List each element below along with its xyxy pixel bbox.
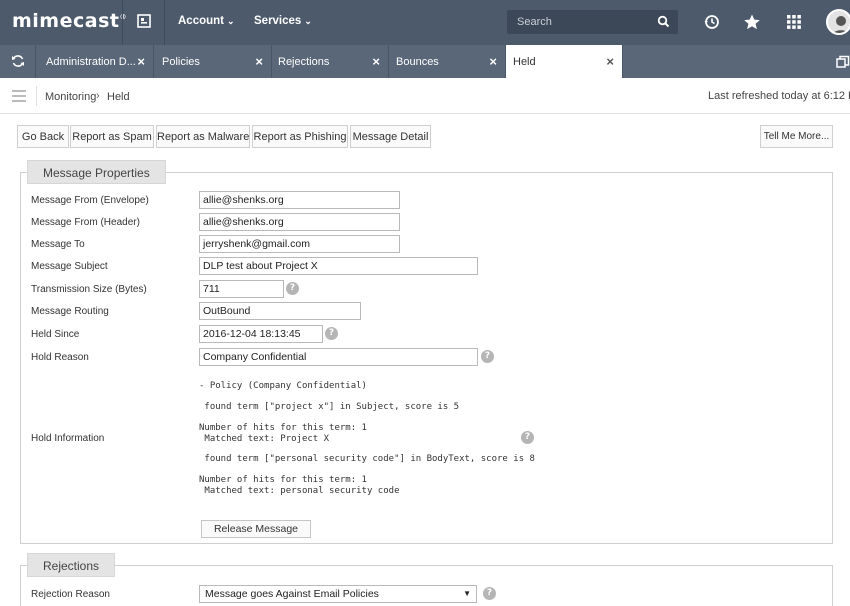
transmission-size-field[interactable]: 711 bbox=[199, 280, 284, 298]
message-detail-button[interactable]: Message Detail bbox=[350, 125, 431, 148]
message-subject-field[interactable]: DLP test about Project X bbox=[199, 257, 478, 275]
report-malware-button[interactable]: Report as Malware bbox=[156, 125, 250, 148]
nav-divider bbox=[122, 0, 123, 45]
message-from-envelope-field[interactable]: allie@shenks.org bbox=[199, 191, 400, 209]
field-label: Transmission Size (Bytes) bbox=[31, 284, 147, 295]
hold-reason-field[interactable]: Company Confidential bbox=[199, 348, 478, 366]
field-label: Message From (Envelope) bbox=[31, 195, 149, 206]
rejections-header: Rejections bbox=[27, 553, 116, 577]
tab-policies[interactable]: Policies × bbox=[154, 45, 272, 78]
close-icon[interactable]: × bbox=[137, 54, 145, 69]
refresh-icon bbox=[12, 55, 24, 67]
refresh-tabs-button[interactable] bbox=[0, 45, 36, 78]
hold-info-hits: Number of hits for this term: 1 Matched … bbox=[199, 423, 367, 444]
tab-label: Bounces bbox=[396, 56, 439, 68]
field-label: Message Subject bbox=[31, 261, 108, 272]
breadcrumb-held: Held bbox=[107, 91, 130, 103]
app-icon[interactable] bbox=[137, 14, 152, 29]
account-menu[interactable]: Account ⌄ bbox=[178, 15, 235, 27]
report-phishing-button[interactable]: Report as Phishing bbox=[252, 125, 348, 148]
message-properties-header: Message Properties bbox=[27, 160, 166, 184]
tab-label: Held bbox=[513, 56, 536, 68]
tab-label: Administration D... bbox=[46, 56, 136, 68]
tab-administration[interactable]: Administration D... × bbox=[36, 45, 154, 78]
search-input[interactable]: Search bbox=[517, 16, 552, 28]
chevron-down-icon: ⌄ bbox=[304, 16, 312, 26]
breadcrumb-bar: Monitoring › Held Last refreshed today a… bbox=[0, 78, 850, 114]
history-icon[interactable] bbox=[702, 12, 722, 32]
field-label: Rejection Reason bbox=[31, 589, 110, 600]
divider bbox=[36, 86, 37, 106]
services-menu[interactable]: Services ⌄ bbox=[254, 15, 312, 27]
top-nav-bar: mimecast® Account ⌄ Services ⌄ Search bbox=[0, 0, 850, 45]
release-message-button[interactable]: Release Message bbox=[201, 520, 311, 538]
tab-rejections[interactable]: Rejections × bbox=[272, 45, 389, 78]
message-routing-field[interactable]: OutBound bbox=[199, 302, 361, 320]
field-label: Message Routing bbox=[31, 306, 109, 317]
message-to-field[interactable]: jerryshenk@gmail.com bbox=[199, 235, 400, 253]
hamburger-menu-icon[interactable] bbox=[12, 90, 26, 102]
user-icon bbox=[833, 16, 849, 33]
field-label: Held Since bbox=[31, 329, 80, 340]
chevron-down-icon: ⌄ bbox=[227, 16, 235, 26]
tab-label: Policies bbox=[162, 56, 200, 68]
breadcrumb-monitoring[interactable]: Monitoring bbox=[45, 91, 96, 103]
grid-icon[interactable] bbox=[784, 12, 804, 32]
logo-text: mimecast bbox=[12, 10, 120, 32]
restore-window-icon[interactable] bbox=[836, 55, 850, 69]
close-icon[interactable]: × bbox=[606, 54, 614, 69]
field-label: Message To bbox=[31, 239, 85, 250]
nav-divider bbox=[164, 0, 165, 45]
message-from-header-field[interactable]: allie@shenks.org bbox=[199, 213, 400, 231]
go-back-button[interactable]: Go Back bbox=[17, 125, 69, 148]
help-icon[interactable]: ? bbox=[521, 431, 534, 444]
hold-info-found-term: found term ["personal security code"] in… bbox=[199, 454, 535, 464]
close-icon[interactable]: × bbox=[489, 54, 497, 69]
hold-info-found-term: found term ["project x"] in Subject, sco… bbox=[199, 402, 460, 412]
close-icon[interactable]: × bbox=[255, 54, 263, 69]
mimecast-logo[interactable]: mimecast® bbox=[12, 10, 127, 32]
chevron-right-icon: › bbox=[96, 90, 100, 102]
dropdown-arrow-icon: ▼ bbox=[463, 589, 471, 598]
tab-label: Rejections bbox=[278, 56, 330, 68]
tab-held[interactable]: Held × bbox=[506, 45, 623, 78]
rejection-reason-value: Message goes Against Email Policies bbox=[205, 588, 379, 600]
field-label: Hold Reason bbox=[31, 352, 89, 363]
account-label: Account bbox=[178, 15, 224, 27]
hold-info-policy-line: - Policy (Company Confidential) bbox=[199, 381, 367, 391]
field-label: Message From (Header) bbox=[31, 217, 140, 228]
star-icon[interactable] bbox=[742, 12, 762, 32]
help-icon[interactable]: ? bbox=[483, 587, 496, 600]
search-box[interactable]: Search bbox=[507, 10, 678, 34]
search-icon[interactable] bbox=[657, 15, 670, 28]
help-icon[interactable]: ? bbox=[286, 282, 299, 295]
hold-info-hits: Number of hits for this term: 1 Matched … bbox=[199, 475, 400, 496]
held-since-field[interactable]: 2016-12-04 18:13:45 bbox=[199, 325, 323, 343]
tell-me-more-button[interactable]: Tell Me More... bbox=[760, 125, 833, 148]
logo-registered-mark: ® bbox=[119, 13, 127, 21]
report-spam-button[interactable]: Report as Spam bbox=[70, 125, 154, 148]
rejection-reason-select[interactable]: Message goes Against Email Policies ▼ bbox=[199, 585, 477, 603]
close-icon[interactable]: × bbox=[372, 54, 380, 69]
user-avatar[interactable] bbox=[826, 9, 850, 35]
help-icon[interactable]: ? bbox=[325, 327, 338, 340]
last-refreshed-text: Last refreshed today at 6:12 PM bbox=[708, 90, 850, 102]
help-icon[interactable]: ? bbox=[481, 350, 494, 363]
tab-bounces[interactable]: Bounces × bbox=[389, 45, 506, 78]
services-label: Services bbox=[254, 15, 302, 27]
field-label: Hold Information bbox=[31, 433, 105, 444]
